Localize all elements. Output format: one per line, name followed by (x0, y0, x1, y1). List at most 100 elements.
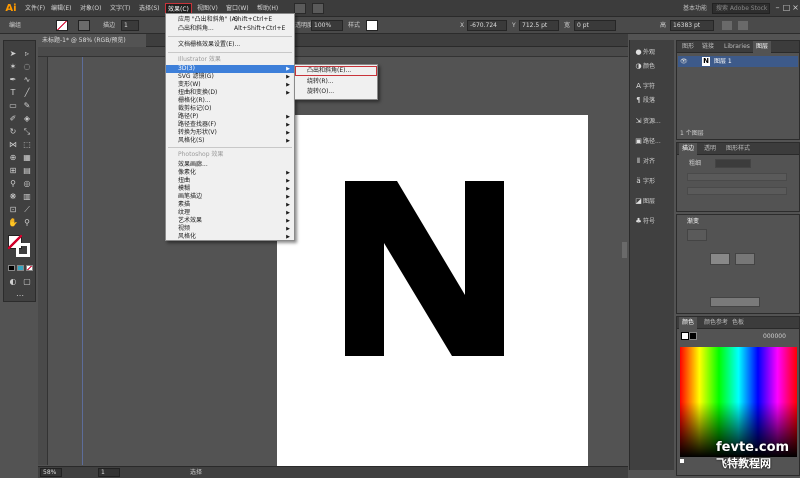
menu-item-sketch[interactable]: 素描 ▶ (166, 201, 294, 209)
tab-layers[interactable]: 图层 (753, 41, 772, 53)
align-panel-button[interactable]: ⫴ 对齐 (634, 155, 674, 168)
white-swatch[interactable] (680, 459, 684, 463)
symbols-panel-button[interactable]: ♣符号 (634, 215, 674, 228)
layers-panel-button[interactable]: ◪图层 (634, 195, 674, 208)
status-text[interactable]: 选择 (190, 468, 202, 477)
hand-tool-icon[interactable]: ✋ (7, 218, 19, 228)
stroke-swatch[interactable] (78, 20, 90, 31)
menu-item-ps-stylize[interactable]: 风格化 ▶ (166, 233, 294, 241)
height-field[interactable]: 16383 pt (670, 20, 714, 31)
menu-item-3d[interactable]: 3D(3) ▶ (166, 65, 294, 73)
workspace-switcher[interactable]: 基本功能 (683, 3, 710, 14)
align-icon[interactable] (738, 21, 748, 30)
none-mode-icon[interactable] (26, 265, 33, 271)
gradient-slider[interactable] (710, 297, 760, 307)
menu-item-convert-to-shape[interactable]: 转换为形状(V) ▶ (166, 129, 294, 137)
curvature-tool-icon[interactable]: ∿ (21, 75, 33, 85)
tab-stroke[interactable]: 描边 (679, 143, 698, 155)
y-field[interactable]: 712.5 pt (519, 20, 559, 31)
menu-item-distort-transform[interactable]: 扭曲和变换(D) ▶ (166, 89, 294, 97)
guide-line[interactable] (82, 57, 83, 465)
zoom-tool-icon[interactable]: ⚲ (21, 218, 33, 228)
menu-item-crop-marks[interactable]: 裁剪标记(O) (166, 105, 294, 113)
character-panel-button[interactable]: A 字符 (634, 80, 674, 93)
minimize-icon[interactable]: – (773, 2, 782, 14)
x-field[interactable]: -670.724 (467, 20, 507, 31)
menu-object[interactable]: 对象(O) (78, 3, 103, 14)
line-tool-icon[interactable]: ╱ (21, 88, 33, 98)
appearance-panel-button[interactable]: ●外观 (634, 46, 674, 59)
artboard-tool-icon[interactable]: ⊡ (7, 205, 19, 215)
lasso-tool-icon[interactable]: ◌ (21, 62, 33, 72)
menu-select[interactable]: 选择(S) (137, 3, 162, 14)
graphic-style-swatch[interactable] (366, 20, 378, 31)
edit-toolbar-icon[interactable]: ⋯ (14, 291, 26, 301)
scale-tool-icon[interactable]: ⤡ (21, 127, 33, 137)
tab-links[interactable]: 链接 (699, 41, 717, 53)
color-panel-button[interactable]: ◑颜色 (634, 60, 674, 73)
close-icon[interactable]: × (791, 2, 800, 14)
menu-item-pathfinder[interactable]: 路径查找器(F) ▶ (166, 121, 294, 129)
menu-item-blur[interactable]: 模糊 ▶ (166, 185, 294, 193)
hex-value[interactable]: 000000 (763, 332, 786, 341)
width-field[interactable]: 0 pt (574, 20, 616, 31)
tab-transparency[interactable]: 透明 (701, 143, 719, 155)
shaper-tool-icon[interactable]: ✐ (7, 114, 19, 124)
horizontal-ruler[interactable] (38, 47, 628, 57)
menu-item-effect-gallery[interactable]: 效果画廊... (166, 161, 294, 169)
menu-item-brush-strokes[interactable]: 画笔描边 ▶ (166, 193, 294, 201)
paragraph-panel-button[interactable]: ¶ 段落 (634, 94, 674, 107)
opacity-field[interactable]: 100% (311, 20, 343, 31)
menu-item-texture[interactable]: 纹理 ▶ (166, 209, 294, 217)
tab-libraries[interactable]: Libraries (721, 41, 753, 53)
gradient-stop-swatch[interactable] (710, 253, 730, 265)
magic-wand-tool-icon[interactable]: ✶ (7, 62, 19, 72)
menu-item-warp[interactable]: 变形(W) ▶ (166, 81, 294, 89)
tab-graphic-styles[interactable]: 图形样式 (723, 143, 753, 155)
menu-item-svg-filters[interactable]: SVG 滤镜(G) ▶ (166, 73, 294, 81)
rotate-item[interactable]: 旋转(O)... (295, 88, 377, 96)
pen-tool-icon[interactable]: ✒ (7, 75, 19, 85)
pathfinder-panel-button[interactable]: ▣路径... (634, 135, 674, 148)
shape-builder-tool-icon[interactable]: ⊕ (7, 153, 19, 163)
bridge-icon[interactable] (294, 3, 306, 14)
free-transform-tool-icon[interactable]: ⬚ (21, 140, 33, 150)
rotate-tool-icon[interactable]: ↻ (7, 127, 19, 137)
menu-item-pixelate[interactable]: 像素化 ▶ (166, 169, 294, 177)
stock-search-input[interactable]: 搜索 Adobe Stock (712, 3, 770, 14)
menu-item-stylize[interactable]: 风格化(S) ▶ (166, 137, 294, 145)
last-effect-item[interactable]: 凸出和斜角... Alt+Shift+Ctrl+E (166, 25, 294, 33)
gradient-mode-icon[interactable] (17, 265, 24, 271)
draw-mode-icon[interactable]: ◐ (7, 277, 19, 287)
vertical-scrollbar[interactable] (622, 242, 627, 258)
tab-swatches[interactable]: 色板 (729, 317, 747, 329)
gradient-stop-swatch[interactable] (735, 253, 755, 265)
asset-export-panel-button[interactable]: ⇲ 资源... (634, 115, 674, 128)
glyphs-panel-button[interactable]: ä 字形 (634, 175, 674, 188)
revolve-item[interactable]: 绕转(R)... (295, 78, 377, 86)
rectangle-tool-icon[interactable]: ▭ (7, 101, 19, 111)
eyedropper-tool-icon[interactable]: ⚲ (7, 179, 19, 189)
visibility-eye-icon[interactable]: 👁 (680, 57, 688, 66)
screen-mode-icon[interactable]: ▢ (21, 277, 33, 287)
tab-color[interactable]: 颜色 (679, 317, 698, 329)
direct-selection-tool-icon[interactable]: ▹ (21, 49, 33, 59)
selection-tool-icon[interactable]: ➤ (7, 49, 19, 59)
fill-swatch[interactable] (56, 20, 68, 31)
transform-icon[interactable] (722, 21, 732, 30)
menu-type[interactable]: 文字(T) (108, 3, 132, 14)
symbol-sprayer-tool-icon[interactable]: ❋ (7, 192, 19, 202)
stroke-color-box[interactable] (16, 243, 30, 257)
artboard-number-field[interactable]: 1 (98, 468, 120, 477)
letter-n-shape[interactable] (277, 115, 588, 471)
blend-tool-icon[interactable]: ◎ (21, 179, 33, 189)
gradient-tool-icon[interactable]: ▤ (21, 166, 33, 176)
menu-item-path[interactable]: 路径(P) ▶ (166, 113, 294, 121)
color-mode-icon[interactable] (8, 265, 15, 271)
menu-item-distort[interactable]: 扭曲 ▶ (166, 177, 294, 185)
menu-item-video[interactable]: 视频 ▶ (166, 225, 294, 233)
vertical-ruler[interactable] (38, 57, 48, 465)
document-tab[interactable]: 未标题-1* @ 58% (RGB/预览) (38, 34, 146, 47)
layer-row[interactable]: 👁 N 图层 1 (678, 56, 798, 67)
column-graph-tool-icon[interactable]: ▥ (21, 192, 33, 202)
